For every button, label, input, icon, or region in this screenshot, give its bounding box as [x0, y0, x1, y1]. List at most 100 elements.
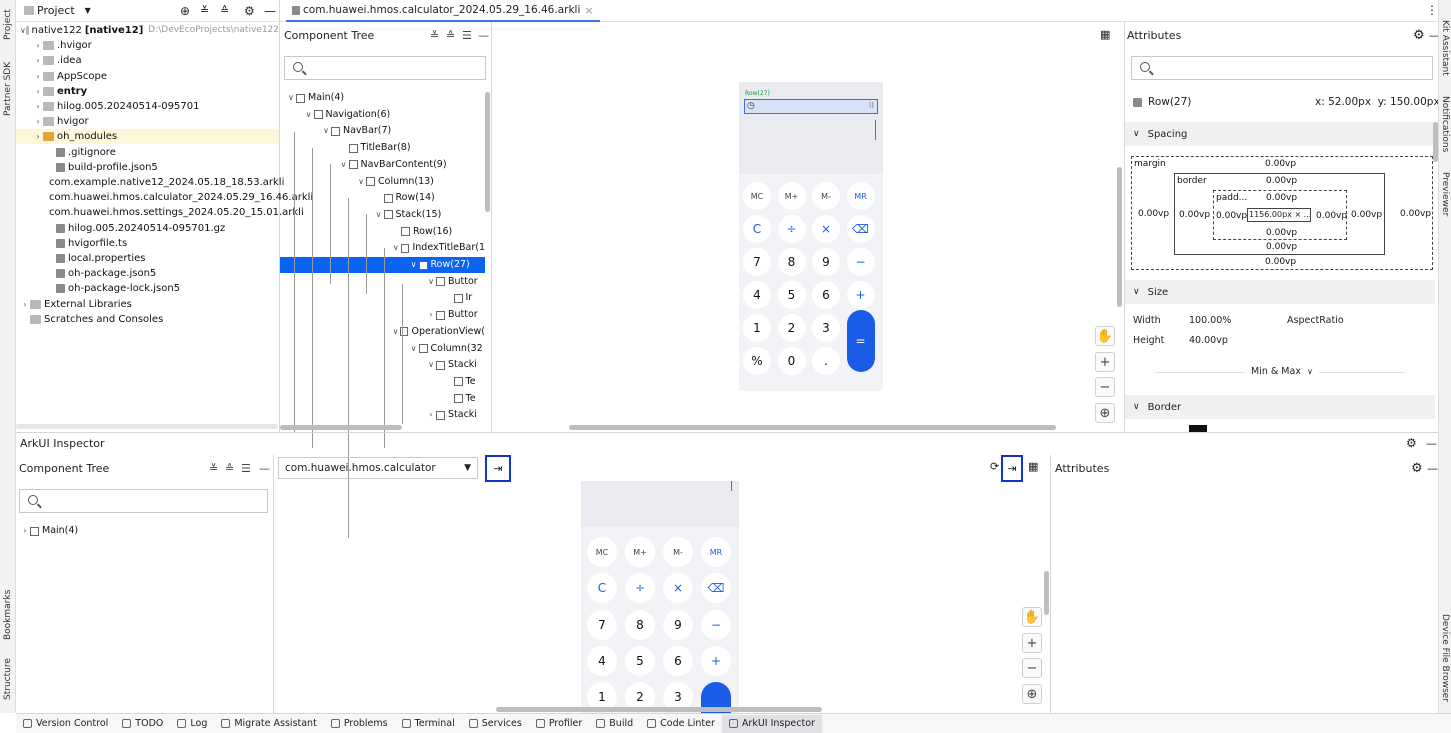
- zoom-out-icon[interactable]: −: [1022, 658, 1042, 678]
- collapse-icon[interactable]: ≙: [225, 462, 234, 475]
- border-left[interactable]: 0.00vp: [1179, 210, 1210, 220]
- padding-left[interactable]: 0.00vp: [1216, 211, 1247, 221]
- hand-icon[interactable]: ✋: [1022, 607, 1042, 627]
- zoom-out-icon[interactable]: −: [1095, 377, 1115, 397]
- inspector-tree-search[interactable]: [19, 489, 268, 513]
- target-icon[interactable]: ⊕: [1022, 684, 1042, 704]
- component-tree-item[interactable]: ∨ Column(13): [280, 174, 485, 190]
- project-tree-item[interactable]: › entry: [16, 84, 279, 99]
- project-tree-item[interactable]: local.properties: [16, 251, 279, 266]
- bottom-tab-migrate-assistant[interactable]: Migrate Assistant: [214, 715, 323, 733]
- export-snapshot-icon[interactable]: ⇥: [1001, 455, 1023, 482]
- close-icon[interactable]: ×: [584, 4, 593, 17]
- calc-key-9[interactable]: 9: [663, 609, 693, 640]
- calc-key-=[interactable]: =: [846, 310, 875, 372]
- chevron-down-icon[interactable]: ∨: [356, 174, 366, 190]
- gear-icon[interactable]: ⚙: [244, 4, 255, 18]
- tool-bookmarks[interactable]: Bookmarks: [3, 590, 13, 640]
- component-tree-item[interactable]: ∨ Navigation(6): [280, 107, 485, 123]
- top-tree-hscroll[interactable]: [280, 425, 402, 430]
- component-tree-item[interactable]: Ir: [280, 290, 485, 306]
- calc-key-÷[interactable]: ÷: [777, 215, 806, 243]
- calc-key-%[interactable]: %: [743, 347, 771, 375]
- bottom-tab-arkui-inspector[interactable]: ArkUI Inspector: [721, 714, 822, 733]
- border-color-swatch[interactable]: [1189, 425, 1207, 432]
- chevron-down-icon[interactable]: ∨: [426, 274, 436, 290]
- chevron-down-icon[interactable]: ∨: [391, 324, 400, 340]
- tool-kit-assistant[interactable]: Kit Assistant: [1440, 20, 1450, 76]
- chevron-right-icon[interactable]: ›: [33, 114, 43, 129]
- refresh-icon[interactable]: ⟳: [990, 460, 999, 473]
- project-tree-item[interactable]: com.huawei.hmos.calculator_2024.05.29_16…: [16, 190, 313, 205]
- margin-bottom[interactable]: 0.00vp: [1265, 257, 1296, 267]
- editor-tab[interactable]: com.huawei.hmos.calculator_2024.05.29_16…: [286, 0, 600, 22]
- zoom-in-icon[interactable]: +: [1095, 352, 1115, 372]
- tool-project[interactable]: Project: [3, 9, 13, 40]
- calc-key-M-[interactable]: M-: [663, 537, 693, 567]
- calc-key-M-[interactable]: M-: [812, 182, 840, 210]
- bottom-tab-code-linter[interactable]: Code Linter: [640, 715, 722, 733]
- padding-bottom[interactable]: 0.00vp: [1266, 228, 1297, 238]
- bottom-tab-profiler[interactable]: Profiler: [529, 715, 589, 733]
- chevron-right-icon[interactable]: ›: [20, 297, 30, 312]
- more-options-icon[interactable]: ⋮: [1426, 3, 1438, 17]
- component-tree-item[interactable]: › Buttor: [280, 307, 485, 323]
- selected-row-highlight[interactable]: ◷ ⁝⁝: [744, 99, 878, 114]
- minimize-icon[interactable]: —: [1429, 29, 1438, 42]
- project-tree-item[interactable]: hvigorfile.ts: [16, 236, 279, 251]
- project-tree-item[interactable]: ∨ native122 [native12] D:\DevEcoProjects\na…: [16, 23, 279, 38]
- gear-icon[interactable]: ⚙: [1413, 28, 1425, 43]
- inspector-tree-root[interactable]: › Main(4): [20, 523, 78, 539]
- attributes-search[interactable]: [1131, 56, 1433, 80]
- calc-key-−[interactable]: −: [701, 609, 731, 640]
- min-max-toggle[interactable]: Min & Max ∨: [1245, 366, 1319, 377]
- project-tree-item[interactable]: com.example.native12_2024.05.18_18.53.ar…: [16, 175, 284, 190]
- bottom-tab-todo[interactable]: TODO: [115, 715, 170, 733]
- list-icon[interactable]: ☰: [462, 29, 472, 42]
- calc-key-⌫[interactable]: ⌫: [846, 215, 875, 243]
- calc-key-÷[interactable]: ÷: [625, 573, 655, 604]
- component-tree-item[interactable]: Row(16): [280, 224, 485, 240]
- calc-key-9[interactable]: 9: [812, 248, 840, 276]
- calc-key-C[interactable]: C: [743, 215, 771, 243]
- chevron-right-icon[interactable]: ›: [426, 307, 436, 323]
- bottom-tab-log[interactable]: Log: [170, 715, 214, 733]
- calc-key-MC[interactable]: MC: [743, 182, 771, 210]
- calc-key-MC[interactable]: MC: [587, 537, 617, 567]
- project-tree-item[interactable]: com.huawei.hmos.settings_2024.05.20_15.0…: [16, 205, 304, 220]
- minimize-icon[interactable]: —: [1426, 437, 1437, 450]
- calc-key-×[interactable]: ×: [663, 573, 693, 604]
- chevron-right-icon[interactable]: ›: [33, 53, 43, 68]
- chevron-down-icon[interactable]: ∨: [391, 240, 401, 256]
- tool-previewer[interactable]: Previewer: [1440, 172, 1450, 216]
- component-tree-item[interactable]: ∨ IndexTitleBar(1: [280, 240, 485, 256]
- minimize-icon[interactable]: —: [264, 4, 276, 18]
- chevron-right-icon[interactable]: ›: [426, 407, 436, 423]
- padding-top[interactable]: 0.00vp: [1266, 193, 1297, 203]
- gear-icon[interactable]: ⚙: [1411, 461, 1423, 476]
- padding-right[interactable]: 0.00vp: [1316, 211, 1347, 221]
- calc-key-+[interactable]: +: [701, 645, 731, 676]
- attributes-vscroll[interactable]: [1433, 122, 1438, 162]
- locate-icon[interactable]: ⊕: [180, 4, 190, 18]
- calc-key-−[interactable]: −: [846, 248, 875, 276]
- project-tree-item[interactable]: hilog.005.20240514-095701.gz: [16, 221, 279, 236]
- chevron-right-icon[interactable]: ›: [33, 84, 43, 99]
- calc-key-M+[interactable]: M+: [777, 182, 806, 210]
- component-search[interactable]: [284, 56, 486, 80]
- minimize-icon[interactable]: —: [259, 462, 270, 475]
- calc-key-4[interactable]: 4: [743, 281, 771, 309]
- chevron-down-icon[interactable]: ∨: [374, 207, 384, 223]
- minimize-icon[interactable]: —: [1427, 462, 1438, 475]
- project-tree-item[interactable]: › External Libraries: [16, 297, 279, 312]
- tool-partner-sdk[interactable]: Partner SDK: [3, 62, 13, 116]
- chevron-right-icon[interactable]: ›: [33, 38, 43, 53]
- calc-key-.[interactable]: .: [812, 347, 840, 375]
- top-tree-vscroll[interactable]: [485, 92, 490, 212]
- grid-icon[interactable]: ▦: [1100, 28, 1110, 41]
- project-tree-item[interactable]: oh-package.json5: [16, 266, 279, 281]
- component-tree-item[interactable]: ∨ NavBarContent(9): [280, 157, 485, 173]
- chevron-right-icon[interactable]: ›: [33, 129, 43, 144]
- component-tree-item[interactable]: Te: [280, 391, 485, 407]
- project-tree-item[interactable]: › .idea: [16, 53, 279, 68]
